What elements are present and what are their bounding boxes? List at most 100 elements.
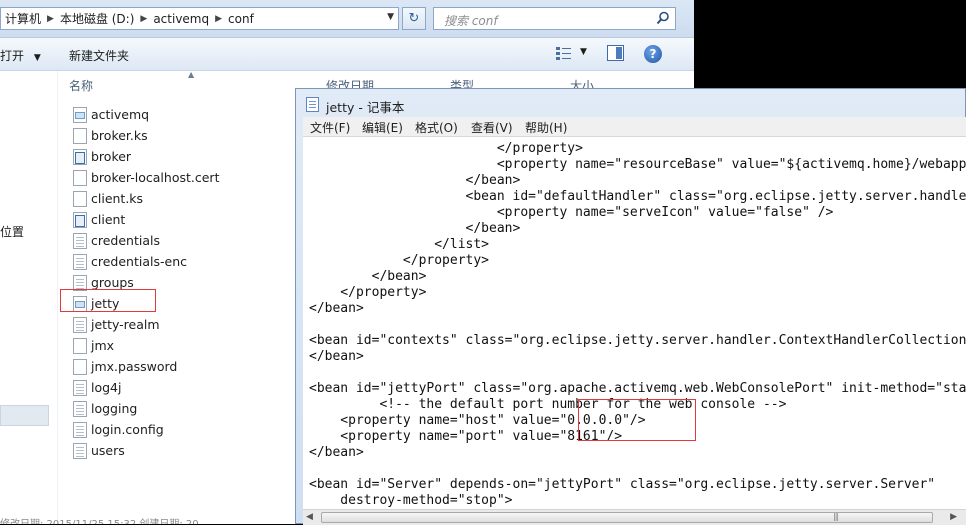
- address-dropdown-icon[interactable]: ▼: [387, 12, 394, 22]
- blank-file-icon: [73, 127, 87, 144]
- file-item[interactable]: jmx: [68, 335, 298, 356]
- file-item[interactable]: client.ks: [68, 188, 298, 209]
- menu-file[interactable]: 文件(F): [310, 119, 350, 136]
- file-item[interactable]: logging: [68, 398, 298, 419]
- blank-file-icon: [73, 337, 87, 354]
- breadcrumb-activemq[interactable]: activemq: [149, 12, 213, 26]
- blank-file-icon: [73, 190, 87, 207]
- menu-bar: 文件(F) 编辑(E) 格式(O) 查看(V) 帮助(H): [303, 117, 966, 137]
- text-file-icon: [73, 379, 87, 396]
- menu-help[interactable]: 帮助(H): [525, 119, 567, 136]
- chevron-right-icon[interactable]: ▶: [45, 14, 56, 24]
- jetty-highlight-box: [60, 289, 156, 312]
- file-name: credentials: [91, 233, 160, 248]
- code-line: <property name="resourceBase" value="${a…: [309, 157, 966, 172]
- text-editor[interactable]: </property> <property name="resourceBase…: [303, 137, 966, 509]
- code-line: <bean id="jettyPort" class="org.apache.a…: [309, 381, 966, 396]
- nav-item-recent-places[interactable]: 位置: [0, 223, 24, 240]
- code-line: </bean>: [309, 301, 364, 316]
- file-item[interactable]: broker.ks: [68, 125, 298, 146]
- view-dropdown-icon[interactable]: ▼: [580, 47, 587, 57]
- code-line: </property>: [309, 253, 490, 268]
- horizontal-scrollbar[interactable]: ◀ ||| ▶: [303, 509, 966, 525]
- file-name: broker.ks: [91, 128, 148, 143]
- text-file-icon: [73, 442, 87, 459]
- menu-format[interactable]: 格式(O): [415, 119, 458, 136]
- file-name: log4j: [91, 380, 122, 395]
- file-list: activemq broker.ks broker broker-localhost.…: [68, 104, 298, 461]
- window-title: jetty - 记事本: [326, 100, 405, 115]
- breadcrumb-drive[interactable]: 本地磁盘 (D:): [56, 10, 138, 27]
- editor-content[interactable]: </property> <property name="resourceBase…: [309, 141, 966, 509]
- menu-edit[interactable]: 编辑(E): [362, 119, 403, 136]
- file-item[interactable]: jmx.password: [68, 356, 298, 377]
- help-icon[interactable]: ?: [644, 45, 662, 63]
- file-name: broker: [91, 149, 132, 164]
- scrollbar-thumb[interactable]: [321, 512, 933, 523]
- code-line: <bean id="contexts" class="org.eclipse.j…: [309, 333, 966, 348]
- file-item[interactable]: credentials-enc: [68, 251, 298, 272]
- command-toolbar: 打开 ▼ 新建文件夹: [0, 38, 694, 71]
- view-options-icon[interactable]: [556, 46, 572, 60]
- address-bar[interactable]: 计算机 ▶ 本地磁盘 (D:) ▶ activemq ▶ conf ▼: [0, 7, 399, 30]
- host-port-highlight-box: [578, 399, 696, 441]
- file-name: credentials-enc: [91, 254, 187, 269]
- file-item[interactable]: activemq: [68, 104, 298, 125]
- text-file-icon: [73, 421, 87, 438]
- code-line: </bean>: [309, 221, 521, 236]
- file-item[interactable]: login.config: [68, 419, 298, 440]
- chevron-right-icon[interactable]: ▶: [213, 14, 224, 24]
- new-folder-button[interactable]: 新建文件夹: [69, 47, 129, 64]
- code-line: </list>: [309, 237, 490, 252]
- file-name: groups: [91, 275, 134, 290]
- file-item[interactable]: credentials: [68, 230, 298, 251]
- notepad-window: jetty - 记事本 文件(F) 编辑(E) 格式(O) 查看(V) 帮助(H…: [295, 88, 966, 525]
- details-status: 修改日期: 2015/11/25 15:32 创建日期: 20: [0, 515, 300, 524]
- text-file-icon: [73, 232, 87, 249]
- notepad-icon: [306, 97, 319, 112]
- blank-file-icon: [73, 169, 87, 186]
- search-icon[interactable]: [656, 11, 670, 25]
- xml-file-icon: [73, 106, 87, 123]
- file-name: logging: [91, 401, 138, 416]
- file-item[interactable]: client: [68, 209, 298, 230]
- file-item[interactable]: log4j: [68, 377, 298, 398]
- open-label: 打开: [0, 49, 25, 63]
- text-file-icon: [73, 253, 87, 270]
- file-item[interactable]: broker: [68, 146, 298, 167]
- nav-item-selected[interactable]: [0, 405, 49, 426]
- file-name: users: [91, 443, 125, 458]
- open-button[interactable]: 打开 ▼: [0, 47, 41, 64]
- scroll-left-icon[interactable]: ◀: [306, 512, 313, 522]
- file-name: client: [91, 212, 126, 227]
- file-item[interactable]: jetty-realm: [68, 314, 298, 335]
- file-item[interactable]: broker-localhost.cert: [68, 167, 298, 188]
- search-input[interactable]: 搜索 conf: [433, 7, 676, 30]
- code-line: </property>: [309, 285, 427, 300]
- menu-view[interactable]: 查看(V): [471, 119, 513, 136]
- chevron-right-icon[interactable]: ▶: [138, 14, 149, 24]
- refresh-button[interactable]: ↻: [402, 7, 426, 30]
- navigation-pane: 位置: [0, 71, 58, 524]
- breadcrumb-computer[interactable]: 计算机: [1, 10, 45, 27]
- file-name: jetty-realm: [91, 317, 160, 332]
- scroll-right-icon[interactable]: ▶: [950, 512, 957, 522]
- text-file-icon: [73, 400, 87, 417]
- column-name[interactable]: 名称: [69, 77, 93, 94]
- search-placeholder: 搜索 conf: [444, 14, 498, 28]
- code-line: </bean>: [309, 445, 364, 460]
- grip-icon: |||: [833, 512, 839, 521]
- code-line: </bean>: [309, 269, 427, 284]
- blank-file-icon: [73, 358, 87, 375]
- file-item[interactable]: users: [68, 440, 298, 461]
- file-name: login.config: [91, 422, 164, 437]
- code-line: </bean>: [309, 173, 521, 188]
- certificate-file-icon: [73, 211, 87, 228]
- preview-pane-icon[interactable]: [607, 45, 624, 61]
- text-file-icon: [73, 316, 87, 333]
- chevron-down-icon: ▼: [33, 53, 41, 63]
- breadcrumb-conf[interactable]: conf: [224, 12, 258, 26]
